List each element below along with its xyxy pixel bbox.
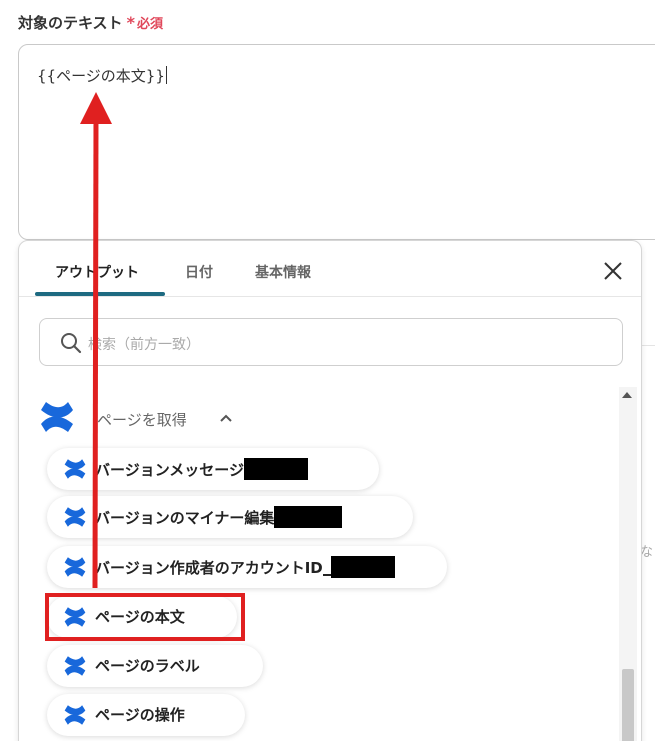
confluence-logo-icon [64,459,86,479]
tab-date[interactable]: 日付 [185,262,213,282]
target-text-textarea[interactable]: {{ページの本文}} [18,44,655,240]
list-item-label-text: バージョンのマイナー編集 [95,509,275,527]
search-placeholder: 検索（前方一致） [88,337,200,353]
list-item-label: バージョン作成者のアカウントID [95,556,395,578]
field-label-text: 対象のテキスト [18,14,123,32]
group-title: ページを取得 [97,411,187,429]
list-item-label-text: バージョン作成者のアカウントID [95,559,323,577]
list-item-page-operations[interactable]: ページの操作 [47,694,245,736]
active-tab-indicator [35,292,165,296]
background-divider [641,345,655,346]
close-button[interactable] [601,259,625,283]
list-item-version-message[interactable]: バージョンメッセージ [47,448,379,490]
list-item-label-text: バージョンメッセージ [95,461,244,479]
scrollbar-thumb[interactable] [622,669,634,741]
scroll-up-arrow-icon[interactable] [622,392,632,398]
underscore-mark [322,574,331,576]
list-item-version-minor-edit[interactable]: バージョンのマイナー編集 [47,496,413,538]
chevron-up-icon [220,414,232,422]
close-icon [604,262,622,280]
tab-bar: アウトプット 日付 基本情報 [19,241,641,297]
tab-output[interactable]: アウトプット [55,262,139,282]
redaction-bar [274,506,343,528]
confluence-logo-icon [64,557,86,577]
list-item-label: バージョンのマイナー編集 [95,506,343,528]
list-item-label: ページの操作 [95,706,185,724]
annotation-highlight-box [45,593,245,641]
required-star: * [126,13,135,32]
list-item-label: ページのラベル [95,657,200,675]
scrollbar[interactable] [619,387,637,741]
text-caret [165,66,167,84]
list-item-version-author-account-id[interactable]: バージョン作成者のアカウントID [47,546,447,588]
textarea-value-text: {{ページの本文}} [37,67,165,85]
list-item-page-labels[interactable]: ページのラベル [47,645,263,687]
textarea-value: {{ページの本文}} [37,65,167,86]
redaction-bar [243,458,308,480]
field-label: 対象のテキスト * 必須 [18,12,163,33]
tab-basic-info[interactable]: 基本情報 [255,262,311,282]
redaction-bar [330,556,395,578]
confluence-logo-icon [64,507,86,527]
search-icon [61,333,82,354]
required-text: 必須 [136,17,163,32]
list-item-label: バージョンメッセージ [95,458,308,480]
confluence-logo-icon [64,705,86,725]
confluence-logo-icon [41,402,73,432]
search-input[interactable]: 検索（前方一致） [39,318,623,366]
confluence-logo-icon [64,656,86,676]
